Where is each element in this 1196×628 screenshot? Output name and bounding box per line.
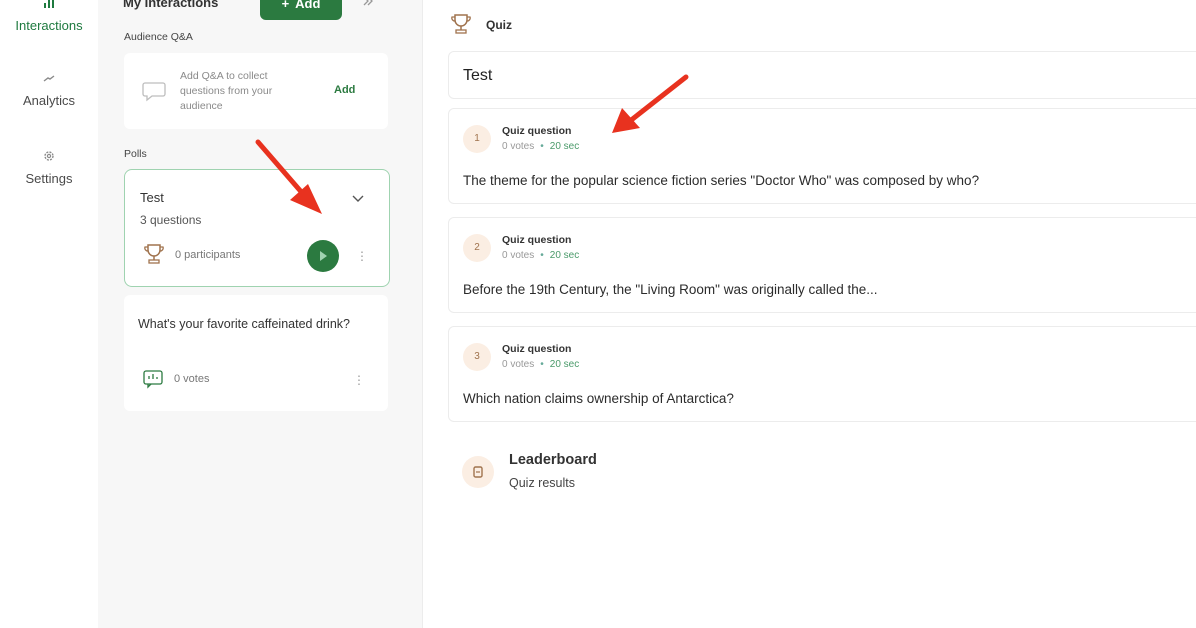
quiz-card-test[interactable]: Test 3 questions 0 participants ⋮ [124,169,390,287]
nav-item-settings[interactable]: Settings [0,149,98,186]
more-options-icon[interactable]: ⋮ [353,373,365,387]
participants-count: 0 participants [175,249,241,261]
audience-qa-label: Audience Q&A [124,31,193,43]
question-time: 20 sec [549,359,580,370]
add-button-label: Add [295,0,321,11]
quiz-header-label: Quiz [486,18,512,32]
quiz-card-subtitle: 3 questions [140,213,202,227]
question-type: Quiz question [502,125,572,137]
plus-icon: + [281,0,290,11]
audience-qa-card: Add Q&A to collect questions from your a… [124,53,388,129]
question-card[interactable]: 2 Quiz question 0 votes • 20 sec Before th… [448,217,1196,313]
trend-icon [41,71,57,87]
question-votes: 0 votes [502,250,535,261]
question-text: The theme for the popular science fictio… [463,173,980,188]
chat-poll-icon [143,370,163,389]
question-votes: 0 votes [502,359,535,370]
nav-label: Analytics [22,93,76,108]
question-meta: 0 votes • 20 sec [502,250,580,261]
question-time: 20 sec [549,250,580,261]
question-text: Before the 19th Century, the "Living Roo… [463,282,878,297]
nav-item-analytics[interactable]: Analytics [0,71,98,108]
speech-bubble-icon [142,82,166,102]
question-number-badge: 3 [463,343,491,371]
question-time: 20 sec [549,141,580,152]
nav-label: Settings [25,171,73,186]
quiz-title-text: Test [463,67,493,84]
poll-votes: 0 votes [174,373,210,385]
panel-title: My Interactions [123,0,219,10]
quiz-editor: Quiz Test 1 Quiz question 0 votes • 20 sec… [424,0,1196,628]
question-meta: 0 votes • 20 sec [502,141,580,152]
leaderboard-subtitle: Quiz results [509,476,575,490]
collapse-panel-icon[interactable] [360,0,376,10]
bar-chart-icon [41,0,57,12]
question-card[interactable]: 3 Quiz question 0 votes • 20 sec Which nat… [448,326,1196,422]
chevron-down-icon[interactable] [351,194,365,204]
leaderboard-icon [462,456,494,488]
question-number-badge: 2 [463,234,491,262]
leaderboard-title[interactable]: Leaderboard [509,452,597,468]
more-options-icon[interactable]: ⋮ [356,249,368,263]
polls-label: Polls [124,148,147,160]
question-type: Quiz question [502,343,572,355]
trophy-icon [144,244,164,264]
question-meta: 0 votes • 20 sec [502,359,580,370]
question-votes: 0 votes [502,141,535,152]
poll-card-caffeinated[interactable]: What's your favorite caffeinated drink? … [124,295,388,411]
question-number-badge: 1 [463,125,491,153]
quiz-title-field[interactable]: Test [448,51,1196,99]
question-type: Quiz question [502,234,572,246]
play-button[interactable] [307,240,339,272]
nav-label: Interactions [15,18,83,33]
add-qa-link[interactable]: Add [334,84,355,96]
qa-description: Add Q&A to collect questions from your a… [180,70,273,112]
poll-card-title: What's your favorite caffeinated drink? [138,317,350,331]
nav-item-interactions[interactable]: Interactions [0,0,98,33]
trophy-icon [451,14,471,34]
gear-icon [41,149,57,165]
add-interaction-button[interactable]: + Add [260,0,342,20]
interactions-panel: My Interactions + Add Audience Q&A Add Q… [98,0,423,628]
question-text: Which nation claims ownership of Antarct… [463,391,734,406]
left-nav: Interactions Analytics Settings [0,0,98,628]
question-card[interactable]: 1 Quiz question 0 votes • 20 sec The theme… [448,108,1196,204]
quiz-card-title: Test [140,190,164,205]
